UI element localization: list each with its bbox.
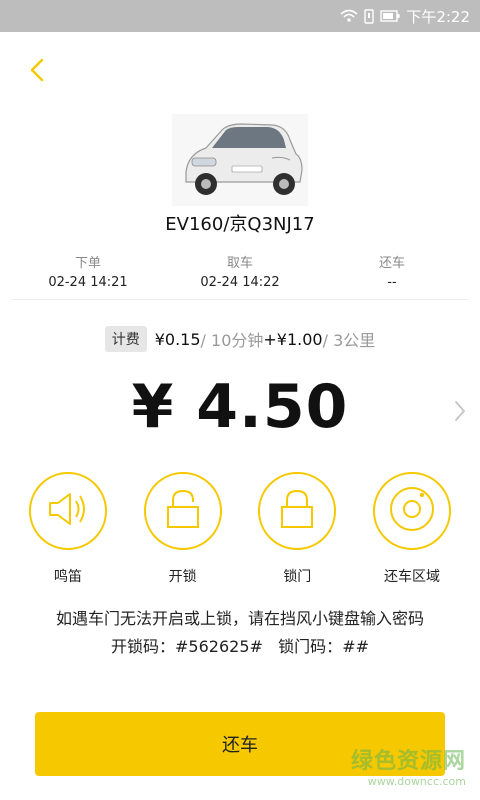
- billing-rate: 计费 ¥0.15 / 10分钟 + ¥1.00 / 3公里: [0, 326, 480, 352]
- watermark: 绿色资源网 www.downcc.com: [351, 743, 466, 788]
- unlock-button[interactable]: 开锁: [133, 472, 233, 586]
- timeline-return: 还车 --: [316, 254, 468, 299]
- back-button[interactable]: [22, 52, 54, 88]
- unlock-circle: [143, 472, 222, 550]
- price-detail-button[interactable]: [452, 398, 468, 424]
- chevron-left-icon: [22, 58, 54, 92]
- lock-label: 锁门: [283, 569, 312, 585]
- lock-code: ##: [342, 637, 369, 656]
- billing-badge: 计费: [104, 326, 147, 352]
- chevron-right-icon: [452, 401, 468, 428]
- timeline-value: 02-24 14:22: [200, 275, 280, 290]
- time-unit: / 10分钟: [200, 331, 264, 350]
- return-area-button[interactable]: 还车区域: [362, 472, 462, 586]
- horn-circle: [29, 472, 107, 550]
- car-image: [172, 114, 308, 206]
- order-timeline: 下单 02-24 14:21 取车 02-24 14:22 还车 --: [12, 254, 468, 300]
- unlock-code: #562625#: [175, 637, 263, 656]
- lock-icon: [275, 487, 319, 535]
- time-price: ¥0.15: [154, 329, 201, 349]
- lock-code-label: 锁门码：: [278, 637, 343, 656]
- return-area-circle: [372, 472, 451, 550]
- timeline-label: 取车: [226, 256, 253, 271]
- lock-circle: [258, 472, 337, 550]
- status-icons: 下午2:22: [340, 0, 470, 32]
- timeline-value: 02-24 14:21: [48, 275, 128, 290]
- timeline-order: 下单 02-24 14:21: [12, 254, 164, 299]
- watermark-url: www.downcc.com: [367, 775, 466, 788]
- timeline-label: 下单: [74, 256, 101, 271]
- status-bar: 下午2:22: [0, 0, 480, 32]
- plus-sign: +: [263, 329, 277, 349]
- wifi-icon: [340, 9, 358, 23]
- unlock-icon: [161, 487, 205, 535]
- km-price: ¥1.00: [276, 329, 323, 349]
- lock-button[interactable]: 锁门: [247, 472, 347, 586]
- timeline-label: 还车: [378, 256, 405, 271]
- total-price: ¥ 4.50: [131, 372, 349, 442]
- unlock-code-label: 开锁码：: [111, 637, 176, 656]
- battery-icon: [380, 10, 400, 22]
- horn-icon: [44, 489, 92, 533]
- return-area-icon: [386, 483, 438, 539]
- km-unit: / 3公里: [322, 331, 376, 350]
- status-time: 下午2:22: [406, 7, 470, 26]
- timeline-value: --: [387, 275, 397, 290]
- horn-label: 鸣笛: [54, 569, 82, 585]
- car-actions: 鸣笛 开锁 锁门 还车区域: [18, 472, 462, 586]
- sim-icon: [364, 8, 375, 24]
- unlock-label: 开锁: [168, 569, 197, 585]
- horn-button[interactable]: 鸣笛: [18, 472, 118, 586]
- notice-text: 如遇车门无法开启或上锁，请在挡风小键盘输入密码: [55, 609, 424, 628]
- codes-line: 开锁码：#562625# 锁门码：##: [0, 633, 480, 661]
- car-name: EV160/京Q3NJ17: [165, 214, 315, 235]
- door-code-notice: 如遇车门无法开启或上锁，请在挡风小键盘输入密码 开锁码：#562625# 锁门码…: [0, 605, 480, 661]
- timeline-pickup: 取车 02-24 14:22: [164, 254, 316, 299]
- watermark-title: 绿色资源网: [350, 749, 466, 774]
- return-area-label: 还车区域: [383, 569, 440, 585]
